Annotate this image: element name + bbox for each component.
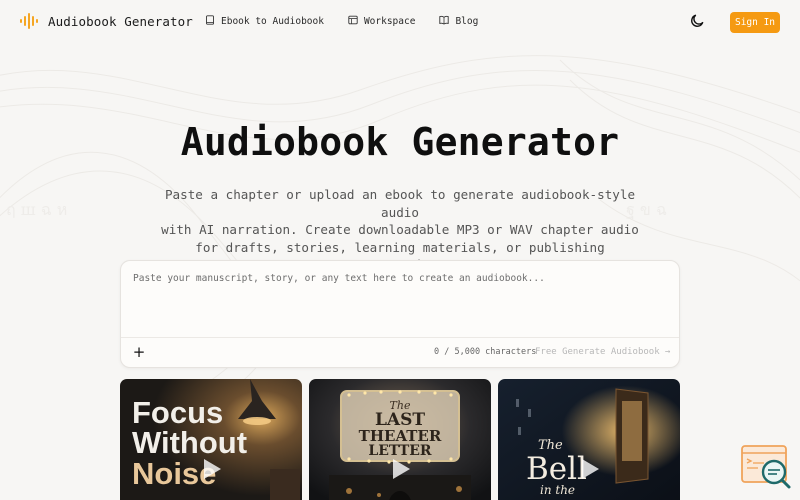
divider bbox=[121, 337, 679, 338]
soundwave-logo-icon bbox=[20, 12, 40, 30]
character-count: 0 / 5,000 characters bbox=[434, 347, 537, 357]
search-chat-icon bbox=[740, 445, 792, 494]
book-cover: Focus Without Noise bbox=[120, 379, 302, 500]
page-title: Audiobook Generator bbox=[180, 120, 620, 164]
brand-name: Audiobook Generator bbox=[48, 13, 193, 29]
open-book-icon bbox=[439, 15, 450, 28]
cover-text: LETTER bbox=[368, 443, 432, 459]
nav-label: Blog bbox=[455, 16, 479, 27]
nav-ebook-to-audiobook[interactable]: Ebook to Audiobook bbox=[205, 15, 324, 28]
help-chat-widget[interactable] bbox=[740, 444, 792, 490]
workspace-icon bbox=[348, 15, 358, 28]
nav-blog[interactable]: Blog bbox=[439, 15, 478, 28]
book-card-bell-in-the[interactable]: The Bell in the bbox=[498, 379, 680, 500]
nav-workspace[interactable]: Workspace bbox=[348, 15, 415, 28]
add-attachment-button[interactable]: + bbox=[131, 344, 147, 360]
cover-text: Noise bbox=[132, 456, 216, 491]
svg-text:ฤ ш ฉ ห: ฤ ш ฉ ห bbox=[6, 200, 67, 219]
book-card-focus-without-noise[interactable]: Focus Without Noise bbox=[120, 379, 302, 500]
subtitle-line: Paste a chapter or upload an ebook to ge… bbox=[164, 187, 636, 220]
manuscript-input[interactable] bbox=[133, 273, 669, 335]
top-navigation-bar: Audiobook Generator Ebook to Audiobook W… bbox=[0, 0, 800, 44]
sign-in-button[interactable]: Sign In bbox=[730, 12, 780, 33]
generate-audiobook-button[interactable]: Free Generate Audiobook → bbox=[535, 347, 670, 357]
nav-label: Ebook to Audiobook bbox=[221, 16, 324, 27]
subtitle-line: with AI narration. Create downloadable M… bbox=[161, 222, 639, 238]
book-icon bbox=[205, 15, 215, 28]
cover-text: Bell bbox=[526, 451, 587, 487]
cover-text: Without bbox=[132, 425, 247, 460]
book-cover: The LAST THEATER LETTER bbox=[309, 379, 491, 500]
example-books: Focus Without Noise The LAST THEATER LET… bbox=[120, 379, 680, 500]
book-cover: The Bell in the bbox=[498, 379, 680, 500]
brand[interactable]: Audiobook Generator bbox=[20, 12, 193, 30]
nav-label: Workspace bbox=[363, 16, 416, 27]
plus-icon: + bbox=[132, 343, 146, 361]
book-card-last-theater-letter[interactable]: The LAST THEATER LETTER bbox=[309, 379, 491, 500]
cover-text: in the bbox=[540, 483, 575, 497]
moon-icon bbox=[690, 13, 705, 32]
theme-toggle-button[interactable] bbox=[688, 13, 706, 31]
text-input-card: + 0 / 5,000 characters Free Generate Aud… bbox=[120, 260, 680, 368]
main-nav: Ebook to Audiobook Workspace Blog bbox=[205, 15, 478, 28]
